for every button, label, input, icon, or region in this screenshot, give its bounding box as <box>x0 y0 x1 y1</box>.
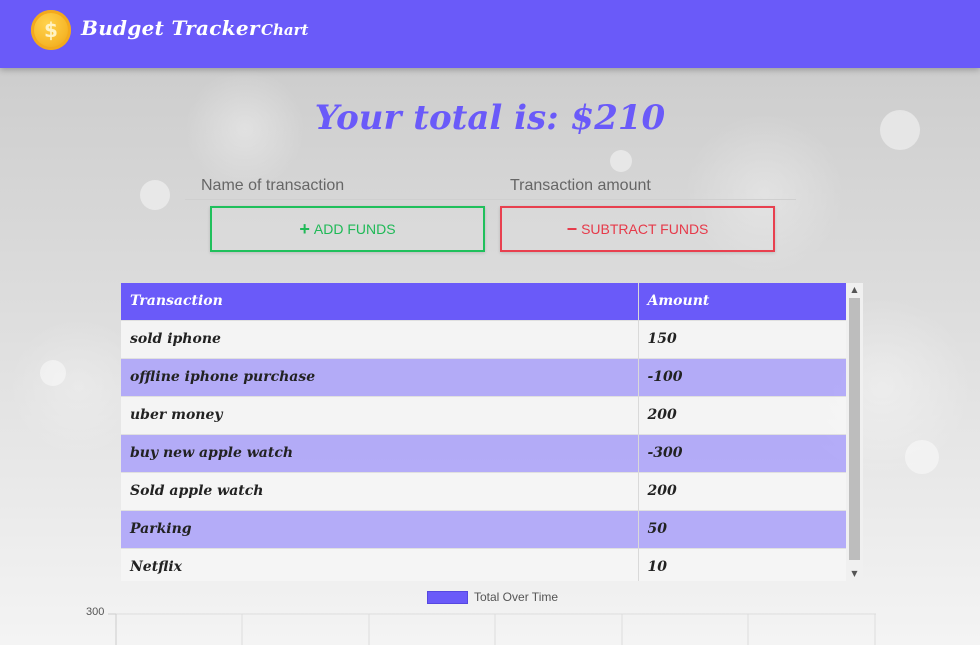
cell-transaction: buy new apple watch <box>121 433 638 472</box>
cell-amount: -100 <box>637 357 846 396</box>
transactions-table: Transaction Amount sold iphone 150 offli… <box>121 283 846 581</box>
brand-title[interactable]: Budget Tracker <box>81 16 260 40</box>
table-row: buy new apple watch -300 <box>121 433 846 472</box>
cell-amount: -300 <box>637 433 846 472</box>
total-over-time-chart: 300 <box>0 604 980 645</box>
header-transaction: Transaction <box>121 283 638 320</box>
cell-transaction: Sold apple watch <box>121 471 638 510</box>
cell-transaction: sold iphone <box>121 319 638 358</box>
table-row: Parking 50 <box>121 509 846 548</box>
legend-label: Total Over Time <box>474 590 559 604</box>
cell-amount: 200 <box>637 471 846 510</box>
nav-link-chart[interactable]: Chart <box>261 21 308 39</box>
scroll-thumb[interactable] <box>849 298 860 560</box>
cell-amount: 200 <box>637 395 846 434</box>
background-bokeh <box>610 150 632 172</box>
table-row: Sold apple watch 200 <box>121 471 846 510</box>
cell-transaction: uber money <box>121 395 638 434</box>
table-header-row: Transaction Amount <box>121 283 846 320</box>
transactions-table-container[interactable]: Transaction Amount sold iphone 150 offli… <box>121 283 863 581</box>
table-row: sold iphone 150 <box>121 319 846 358</box>
cell-amount: 10 <box>637 547 846 581</box>
transaction-amount-input[interactable] <box>494 172 796 200</box>
top-navbar: $ Budget Tracker Chart <box>0 0 980 68</box>
chart-grid <box>108 613 876 645</box>
cell-transaction: Netflix <box>121 547 638 581</box>
table-row: offline iphone purchase -100 <box>121 357 846 396</box>
coin-logo-icon[interactable]: $ <box>31 10 71 50</box>
cell-amount: 50 <box>637 509 846 548</box>
table-scrollbar[interactable]: ▲ ▼ <box>846 283 863 581</box>
total-heading: Your total is: $210 <box>314 98 666 138</box>
background-bokeh <box>40 360 66 386</box>
background-bokeh <box>140 180 170 210</box>
add-funds-label: ADD FUNDS <box>313 221 396 237</box>
minus-icon: − <box>566 219 578 239</box>
subtract-funds-button[interactable]: − SUBTRACT FUNDS <box>500 206 775 252</box>
scroll-up-arrow-icon[interactable]: ▲ <box>846 283 863 297</box>
cell-transaction: Parking <box>121 509 638 548</box>
add-funds-button[interactable]: + ADD FUNDS <box>210 206 485 252</box>
cell-amount: 150 <box>637 319 846 358</box>
legend-swatch <box>427 590 468 604</box>
plus-icon: + <box>299 219 310 239</box>
table-row: uber money 200 <box>121 395 846 434</box>
header-amount: Amount <box>637 283 846 320</box>
transaction-name-input[interactable] <box>185 172 495 200</box>
table-row: Netflix 10 <box>121 547 846 581</box>
subtract-funds-label: SUBTRACT FUNDS <box>581 221 709 237</box>
background-bokeh <box>905 440 939 474</box>
chart-legend[interactable]: Total Over Time <box>427 590 558 604</box>
cell-transaction: offline iphone purchase <box>121 357 638 396</box>
scroll-down-arrow-icon[interactable]: ▼ <box>846 567 863 581</box>
